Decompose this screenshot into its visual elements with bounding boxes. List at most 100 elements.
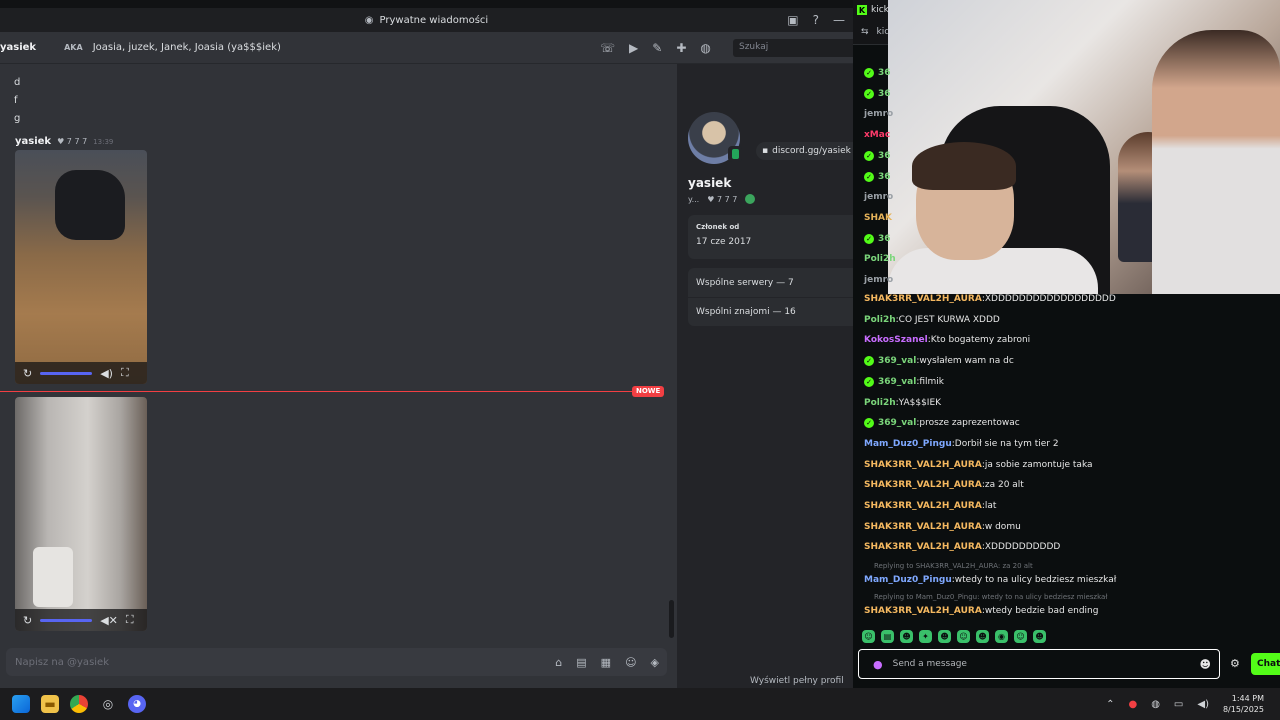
titlebar-title: Prywatne wiadomości <box>379 14 489 26</box>
emote-icon[interactable]: ☺ <box>1014 630 1027 643</box>
emote-icon[interactable]: ☻ <box>976 630 989 643</box>
voice-call-icon[interactable]: ☏ <box>600 41 615 55</box>
shield-icon[interactable]: ◍ <box>1151 699 1160 710</box>
video-attachment[interactable]: ↻ ◀✕ ⛶ <box>15 397 147 631</box>
emote-icon[interactable]: ✦ <box>919 630 932 643</box>
chat-send-button[interactable]: Chat <box>1251 653 1280 675</box>
kick-chat-input-box: ● ☻ <box>858 649 1220 679</box>
chat-username[interactable]: Mam_Duz0_Pingu <box>864 439 952 449</box>
replay-icon[interactable]: ↻ <box>23 367 32 380</box>
reply-context[interactable]: Replying to SHAK3RR_VAL2H_AURA: za 20 al… <box>874 562 1033 572</box>
fullscreen-icon[interactable]: ⛶ <box>121 366 129 380</box>
emote-icon[interactable]: ☻ <box>1033 630 1046 643</box>
gift-icon[interactable]: ⌂ <box>555 656 562 669</box>
emoji-icon[interactable]: ☺ <box>625 656 636 669</box>
taskbar-clock[interactable]: 1:44 PM 8/15/2025 <box>1223 693 1264 715</box>
emote-icon[interactable]: ☻ <box>900 630 913 643</box>
chat-username[interactable]: 36 <box>878 234 891 244</box>
message-text: d <box>14 77 21 88</box>
chat-username[interactable]: SHAK3RR_VAL2H_AURA <box>864 606 982 616</box>
chat-username[interactable]: SHAK3RR_VAL2H_AURA <box>864 460 982 470</box>
emoji-picker-icon[interactable]: ☻ <box>1200 658 1211 671</box>
sliders-icon[interactable]: ⇆ <box>861 27 869 37</box>
chat-username[interactable]: 36 <box>878 172 891 182</box>
chat-username[interactable]: SHAK <box>864 213 892 223</box>
chat-username[interactable]: SHAK3RR_VAL2H_AURA <box>864 480 982 490</box>
chat-message: SHAK3RR_VAL2H_AURA: w domu <box>864 520 1021 534</box>
chat-username[interactable]: SHAK3RR_VAL2H_AURA <box>864 542 982 552</box>
chat-username[interactable]: jemro <box>864 192 893 202</box>
chat-username[interactable]: 369_val <box>878 356 916 366</box>
mutual-servers[interactable]: Wspólne serwery — 7 <box>688 268 853 297</box>
kick-tab[interactable]: K kick <box>853 0 893 20</box>
reply-context[interactable]: Replying to Mam_Duz0_Pingu: wtedy to na … <box>874 593 1107 603</box>
chat-username[interactable]: Poli2h <box>864 398 896 408</box>
chat-username[interactable]: jemro <box>864 275 893 285</box>
kick-chat-input[interactable] <box>892 659 1173 669</box>
profile-name: yasiek <box>688 176 732 190</box>
emote-icon[interactable]: ◉ <box>995 630 1008 643</box>
chat-username[interactable]: 36 <box>878 68 891 78</box>
mutual-friends[interactable]: Wspólni znajomi — 16 <box>688 297 853 326</box>
mute-icon[interactable]: ◀✕ <box>100 614 118 627</box>
chat-message: ✓ 36 <box>864 149 891 163</box>
file-explorer-icon[interactable]: ▬ <box>41 695 59 713</box>
message-input[interactable] <box>15 656 495 668</box>
gif-icon[interactable]: ▤ <box>576 656 586 669</box>
chat-username[interactable]: KokosSzanel <box>864 335 928 345</box>
search-input[interactable]: Szukaj <box>733 39 853 57</box>
avatar[interactable] <box>688 112 742 164</box>
chat-settings-gear-icon[interactable]: ⚙ <box>1230 657 1240 670</box>
chat-username[interactable]: 36 <box>878 89 891 99</box>
chat-text: prosze zaprezentowac <box>919 418 1020 429</box>
chat-username[interactable]: SHAK3RR_VAL2H_AURA <box>864 522 982 532</box>
video-call-icon[interactable]: ▶ <box>629 41 638 55</box>
chat-username[interactable]: Poli2h <box>864 254 896 264</box>
network-icon[interactable]: ▭ <box>1174 699 1183 710</box>
replay-icon[interactable]: ↻ <box>23 614 32 627</box>
chat-username[interactable]: 369_val <box>878 418 916 428</box>
fullscreen-icon[interactable]: ⛶ <box>126 613 134 627</box>
chat-username[interactable]: Poli2h <box>864 315 896 325</box>
emote-icon[interactable]: ☻ <box>938 630 951 643</box>
chrome-icon[interactable] <box>70 695 88 713</box>
profile-toggle-icon[interactable]: ◍ <box>700 41 710 55</box>
chat-message: ✓ 36 <box>864 87 891 101</box>
chat-username[interactable]: Mam_Duz0_Pingu <box>864 575 952 585</box>
add-friend-icon[interactable]: ✚ <box>676 41 686 55</box>
microphone-icon[interactable]: ● <box>873 658 883 671</box>
verified-badge-icon: ✓ <box>864 88 874 99</box>
video-progress-bar[interactable] <box>40 618 93 622</box>
capture-app-icon[interactable]: ◎ <box>99 695 117 713</box>
clock-time: 1:44 PM <box>1231 694 1264 703</box>
inbox-icon[interactable]: ▣ <box>787 13 798 27</box>
chat-username[interactable]: xMac <box>864 130 890 140</box>
view-full-profile-link[interactable]: Wyświetl pełny profil <box>750 676 844 686</box>
chat-username[interactable]: SHAK3RR_VAL2H_AURA <box>864 294 982 304</box>
windows-start-icon[interactable] <box>12 695 30 713</box>
emote-icon[interactable]: ☺ <box>957 630 970 643</box>
message-author[interactable]: yasiek <box>15 136 51 147</box>
video-progress-bar[interactable] <box>40 371 93 375</box>
chat-message: jemro <box>864 107 893 121</box>
tray-chevron-icon[interactable]: ⌃ <box>1106 699 1114 710</box>
dm-username[interactable]: yasiek <box>0 42 36 53</box>
emote-icon[interactable]: ☺ <box>862 630 875 643</box>
chat-username[interactable]: 36 <box>878 151 891 161</box>
help-icon[interactable]: ? <box>813 13 819 27</box>
volume-icon[interactable]: ◀) <box>100 367 113 380</box>
mic-tray-icon[interactable]: ● <box>1128 699 1137 710</box>
sticker-icon[interactable]: ▦ <box>601 656 611 669</box>
pin-icon[interactable]: ✎ <box>652 41 662 55</box>
emote-icon[interactable]: ▤ <box>881 630 894 643</box>
video-attachment[interactable]: ↻ ◀) ⛶ <box>15 150 147 384</box>
message-scrollbar[interactable] <box>669 600 674 638</box>
discord-taskbar-icon[interactable]: ◕ <box>128 695 146 713</box>
chat-username[interactable]: SHAK3RR_VAL2H_AURA <box>864 501 982 511</box>
server-invite-pill[interactable]: ▪ discord.gg/yasiek <box>756 142 853 160</box>
speaker-icon[interactable]: ◀) <box>1197 699 1209 710</box>
apps-icon[interactable]: ◈ <box>651 656 659 669</box>
chat-username[interactable]: jemro <box>864 109 893 119</box>
minimize-icon[interactable]: — <box>833 13 845 27</box>
chat-username[interactable]: 369_val <box>878 377 916 387</box>
